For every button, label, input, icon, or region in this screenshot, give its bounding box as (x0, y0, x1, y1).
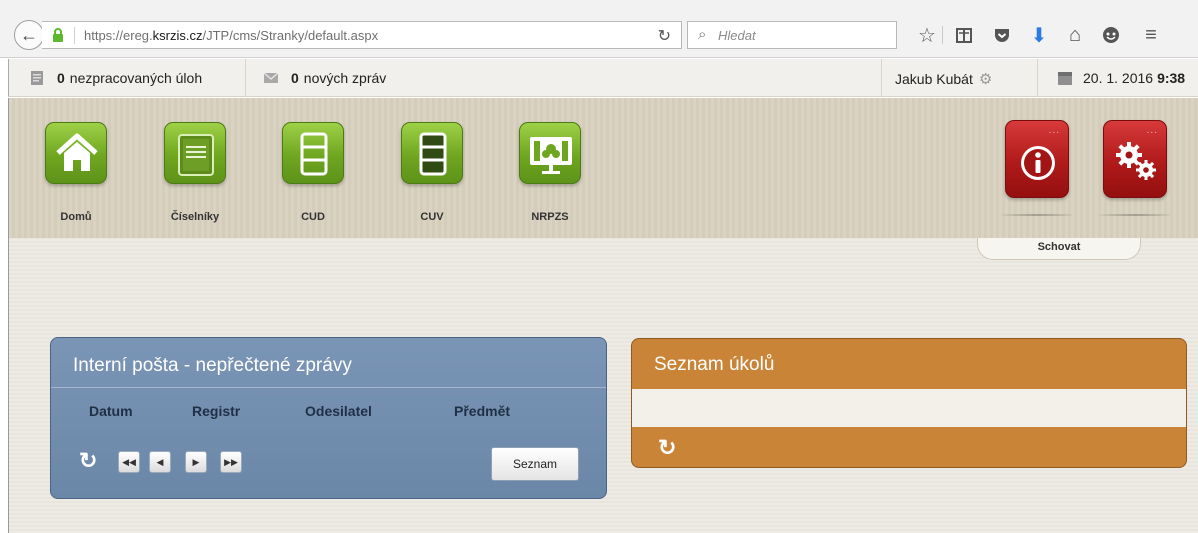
url-bar[interactable]: https://ereg.ksrzis.cz/JTP/cms/Stranky/d… (42, 21, 682, 49)
new-messages[interactable]: 0 nových zpráv (263, 70, 386, 86)
toolbar-separator (942, 26, 943, 44)
messages-count: 0 (291, 70, 299, 86)
user-gear-icon[interactable]: ⚙ (979, 70, 992, 88)
column-header-sender[interactable]: Odesilatel (305, 403, 372, 419)
url-separator (74, 27, 75, 44)
tile-shadow (1099, 214, 1171, 216)
download-icon[interactable]: ⬇ (1026, 22, 1052, 48)
next-page-button[interactable]: ▶ (185, 451, 207, 473)
tile-label-home: Domů (60, 211, 92, 223)
home-icon (56, 133, 98, 171)
column-header-register[interactable]: Registr (192, 403, 240, 419)
menu-icon[interactable]: ≡ (1138, 22, 1164, 48)
tile-codebooks[interactable] (164, 122, 226, 184)
browser-toolbar: ← https://ereg.ksrzis.cz/JTP/cms/Stranky… (0, 0, 1198, 58)
mail-panel-title: Interní pošta - nepřečtené zprávy (73, 355, 352, 376)
previous-page-button[interactable]: ◀ (149, 451, 171, 473)
status-divider (245, 59, 246, 97)
tile-settings[interactable]: ... (1103, 120, 1167, 198)
tile-label-cuv: CUV (420, 211, 444, 223)
search-icon: ⌕ (698, 26, 707, 43)
column-header-date[interactable]: Datum (89, 403, 133, 419)
mail-refresh-icon[interactable]: ↻ (79, 448, 97, 474)
chat-icon[interactable] (1098, 22, 1124, 48)
tile-label-cud: CUD (301, 211, 325, 223)
tile-cuv[interactable] (401, 122, 463, 184)
reload-icon[interactable]: ↻ (658, 26, 671, 46)
tile-shadow (1001, 214, 1073, 216)
last-page-button[interactable]: ▶▶ (220, 451, 242, 473)
status-divider (881, 59, 882, 97)
codebook-icon (178, 134, 214, 176)
mail-panel: Interní pošta - nepřečtené zprávy Datum … (50, 337, 607, 499)
hide-tiles-tab[interactable]: Schovat (977, 238, 1141, 260)
user-menu[interactable]: Jakub Kubát ⚙ (895, 70, 992, 88)
date-time: 20. 1. 2016 9:38 (1057, 70, 1185, 86)
tile-strip: Domů Číselníky CUD CUV NRPZS ... ... (9, 98, 1198, 238)
cud-register-icon (300, 132, 328, 176)
tasks-icon (31, 71, 43, 85)
info-icon (1021, 146, 1055, 180)
tasks-panel-title: Seznam úkolů (654, 354, 775, 375)
user-name: Jakub Kubát (895, 71, 973, 87)
back-button[interactable]: ← (14, 20, 44, 50)
unprocessed-tasks[interactable]: 0 nezpracovaných úloh (29, 70, 202, 86)
current-time: 9:38 (1157, 70, 1186, 86)
back-arrow-icon: ← (20, 24, 38, 45)
reading-list-icon[interactable] (951, 22, 977, 48)
tile-cud[interactable] (282, 122, 344, 184)
mail-list-button[interactable]: Seznam (491, 447, 579, 481)
next-page-icon: ▶ (192, 456, 200, 467)
bookmark-star-icon[interactable]: ☆ (914, 22, 940, 48)
app-area: Domů Číselníky CUD CUV NRPZS ... ... Sch… (8, 98, 1198, 533)
pocket-icon[interactable] (989, 22, 1015, 48)
cuv-register-icon (419, 132, 447, 176)
current-date: 20. 1. 2016 (1083, 70, 1154, 86)
panel-title-divider (51, 387, 606, 388)
home-browser-icon[interactable]: ⌂ (1062, 22, 1088, 48)
tasks-refresh-icon[interactable]: ↻ (658, 435, 676, 461)
url-text: https://ereg.ksrzis.cz/JTP/cms/Stranky/d… (84, 28, 379, 43)
messages-label: nových zpráv (303, 70, 387, 86)
column-header-subject[interactable]: Předmět (454, 403, 510, 419)
status-bar: 0 nezpracovaných úloh 0 nových zpráv Jak… (8, 59, 1198, 97)
tile-home[interactable] (45, 122, 107, 184)
tile-nrpzs[interactable] (519, 122, 581, 184)
tasks-label: nezpracovaných úloh (69, 70, 203, 86)
tile-info[interactable]: ... (1005, 120, 1069, 198)
tasks-list-body (632, 389, 1186, 427)
first-page-icon: ◀◀ (122, 456, 136, 467)
nrpzs-icon (530, 137, 572, 174)
calendar-icon (1058, 72, 1072, 85)
last-page-icon: ▶▶ (224, 456, 238, 467)
tasks-count: 0 (57, 70, 65, 86)
tile-label-nrpzs: NRPZS (531, 211, 569, 223)
settings-gears-icon (1116, 142, 1156, 180)
first-page-button[interactable]: ◀◀ (118, 451, 140, 473)
search-placeholder: Hledat (718, 28, 756, 43)
tile-label-codebooks: Číselníky (170, 211, 220, 223)
status-divider (1037, 59, 1038, 97)
lock-icon (53, 28, 63, 42)
previous-page-icon: ◀ (156, 456, 164, 467)
tasks-panel: Seznam úkolů ↻ (631, 338, 1187, 468)
mail-icon (263, 72, 279, 83)
search-bar[interactable]: ⌕ Hledat (687, 21, 897, 49)
